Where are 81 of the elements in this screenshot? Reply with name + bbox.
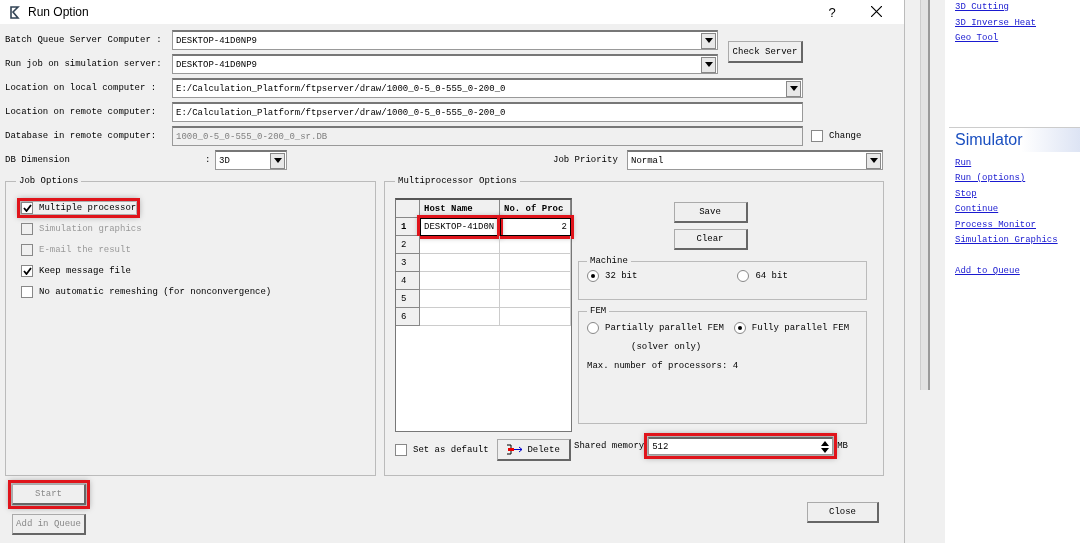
radio-button[interactable] (587, 322, 599, 334)
delete-arrow-icon (506, 444, 525, 455)
corner-cell (396, 200, 420, 218)
field-label: DB Dimension (5, 155, 71, 165)
combo-box[interactable]: DESKTOP-41D0NP9 (172, 54, 718, 74)
checkbox[interactable] (21, 202, 33, 214)
action-button[interactable]: Save (673, 202, 748, 223)
combo-box[interactable]: E:/Calculation_Platform/ftpserver/draw/1000_0-5_0-555_0-200_0 (172, 78, 803, 98)
info-text: Max. number of processors: 4 (587, 360, 740, 371)
checkbox-option[interactable]: No automatic remeshing (for nonconvergence) (21, 286, 272, 298)
combo-box[interactable]: 3D (215, 150, 287, 170)
nav-link[interactable]: 3D Inverse Heat (955, 15, 1080, 31)
field-label: Shared memory (574, 441, 645, 451)
nav-link[interactable]: Process Monitor (955, 217, 1080, 233)
checkbox-option[interactable]: Multiple processor (21, 202, 137, 214)
window-title: Run Option (28, 5, 90, 19)
table-cell[interactable] (420, 236, 500, 254)
nav-link[interactable]: Run (options) (955, 171, 1080, 187)
checkbox[interactable] (811, 130, 823, 142)
section-title: Simulator (949, 126, 1080, 152)
table-cell[interactable] (420, 308, 500, 326)
note-text: (solver only) (630, 341, 703, 352)
group-title: Machine (589, 256, 629, 266)
radio-button[interactable] (587, 270, 599, 282)
combo-box[interactable]: DESKTOP-41D0NP9 (172, 30, 718, 50)
row-header: 1 (396, 218, 420, 236)
table-cell[interactable] (500, 254, 571, 272)
nav-link[interactable]: Add to Queue (955, 263, 1080, 279)
nav-link[interactable]: 3D Cutting (955, 0, 1080, 16)
row-header: 3 (396, 254, 420, 272)
group-title: FEM (589, 306, 608, 316)
nav-link[interactable]: Simulation Graphics (955, 233, 1080, 249)
row-header: 6 (396, 308, 420, 326)
scrollbar[interactable] (920, 0, 930, 390)
checkbox-label: Change (829, 131, 862, 141)
checkbox-option[interactable]: Keep message file (21, 265, 131, 277)
group-title: Multiprocessor Options (397, 176, 518, 186)
table-cell[interactable] (420, 254, 500, 272)
colon-label: : (205, 155, 212, 165)
combo-box[interactable]: Normal (627, 150, 883, 170)
table-cell[interactable] (500, 236, 571, 254)
table-cell[interactable]: DESKTOP-41D0N (420, 218, 500, 236)
app-logo-icon (10, 5, 20, 19)
nav-link[interactable]: Geo Tool (955, 31, 1080, 47)
field-label: Location on local computer : (5, 83, 158, 93)
radio-option[interactable]: 64 bit (737, 270, 788, 282)
close-button[interactable]: Close (807, 502, 879, 523)
radio-option[interactable]: 32 bit (587, 270, 638, 282)
spinner-arrows-icon (820, 439, 831, 454)
unit-label: MB (837, 441, 849, 451)
checkbox-label: Set as default (413, 445, 489, 455)
row-header: 2 (396, 236, 420, 254)
table-cell[interactable] (500, 272, 571, 290)
radio-option[interactable]: Fully parallel FEM (733, 322, 850, 334)
checkbox[interactable] (21, 265, 33, 277)
table-cell[interactable] (500, 308, 571, 326)
checkbox[interactable] (395, 444, 407, 456)
field-label: Run job on simulation server: (5, 59, 163, 69)
checkbox[interactable] (21, 286, 33, 298)
field-label: Database in remote computer: (5, 131, 158, 141)
nav-link[interactable]: Continue (955, 202, 1080, 218)
radio-option[interactable]: Partially parallel FEM (587, 322, 724, 334)
nav-link[interactable]: Run (955, 155, 1080, 171)
group-title: Job Options (18, 176, 80, 186)
check-server-button[interactable]: Check Server (728, 41, 803, 63)
action-button[interactable]: Clear (673, 229, 748, 250)
field-label: Location on remote computer: (5, 107, 158, 117)
table-cell[interactable] (420, 290, 500, 308)
field-label: Job Priority (553, 155, 619, 165)
help-button[interactable]: ? (814, 4, 850, 20)
row-header: 4 (396, 272, 420, 290)
table-cell[interactable] (500, 290, 571, 308)
radio-button[interactable] (733, 322, 746, 334)
row-header: 5 (396, 290, 420, 308)
field-label: Batch Queue Server Computer : (5, 35, 163, 45)
table-cell[interactable] (420, 272, 500, 290)
radio-button[interactable] (737, 270, 750, 282)
delete-button[interactable]: Delete (496, 439, 571, 461)
table-cell[interactable]: 2 (500, 218, 571, 236)
text-field[interactable]: E:/Calculation_Platform/ftpserver/draw/1000_0-5_0-555_0-200_0 (172, 102, 803, 122)
nav-link[interactable]: Stop (955, 186, 1080, 202)
